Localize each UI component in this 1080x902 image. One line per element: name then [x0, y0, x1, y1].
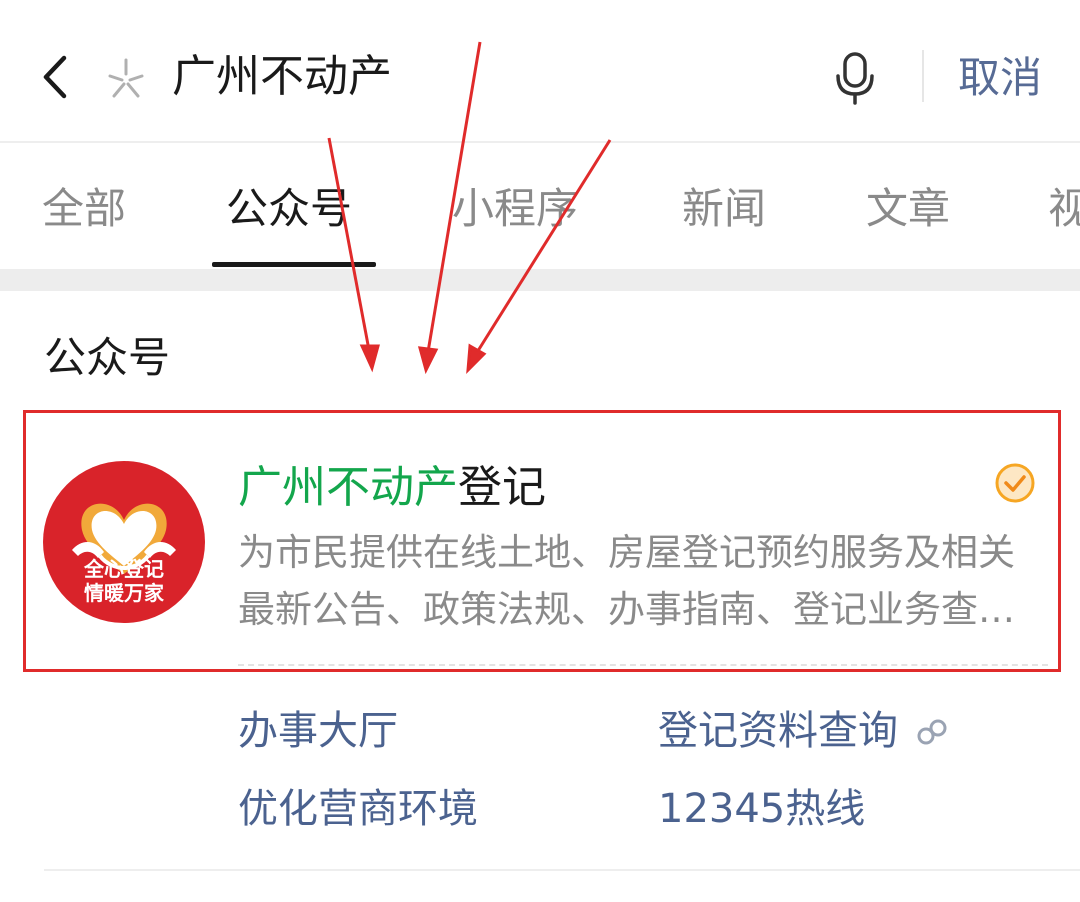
logo-text-line1: 全心登记 [83, 557, 164, 581]
account-name-highlight: 广州不动产 [238, 462, 458, 513]
mini-program-link-icon [917, 719, 947, 745]
tab-articles[interactable]: 文章 [866, 179, 950, 239]
search-divider [922, 50, 924, 102]
tab-official-accounts[interactable]: 公众号 [226, 179, 352, 239]
active-tab-indicator [212, 262, 376, 267]
search-bar: 广州不动产 取消 [0, 0, 1080, 143]
account-description: 为市民提供在线土地、房屋登记预约服务及相关最新公告、政策法规、办事指南、登记业务… [238, 531, 1015, 631]
card-dashed-divider [238, 664, 1048, 666]
account-name[interactable]: 广州不动产登记 [238, 456, 546, 520]
logo-text-line2: 情暖万家 [84, 581, 165, 605]
account-avatar[interactable]: 全心登记 情暖万家 [42, 460, 206, 624]
microphone-icon[interactable] [832, 50, 878, 106]
tab-news[interactable]: 新闻 [682, 179, 766, 239]
tab-videos[interactable]: 视 [1048, 179, 1080, 239]
cancel-button[interactable]: 取消 [958, 48, 1042, 108]
tab-all[interactable]: 全部 [42, 179, 126, 239]
section-title: 公众号 [44, 333, 171, 382]
wechat-search-page: 广州不动产 取消 全部 公众号 小程序 新闻 文章 视 公众号 全心登记 情暖万… [0, 0, 1080, 902]
verified-check-icon [995, 463, 1035, 503]
back-arrow-icon[interactable] [34, 52, 78, 102]
search-input[interactable]: 广州不动产 [172, 46, 392, 108]
search-category-tabs: 全部 公众号 小程序 新闻 文章 视 [0, 143, 1080, 269]
account-name-rest: 登记 [458, 462, 546, 513]
menu-link-record-query[interactable]: 登记资料查询 [658, 702, 898, 760]
menu-link-business-environment[interactable]: 优化营商环境 [238, 780, 478, 838]
search-discovery-icon [108, 58, 144, 98]
menu-link-hotline[interactable]: 12345热线 [658, 780, 865, 838]
menu-link-service-hall[interactable]: 办事大厅 [238, 702, 398, 760]
section-separator [0, 269, 1080, 291]
list-divider [44, 869, 1080, 871]
tab-mini-programs[interactable]: 小程序 [452, 179, 578, 239]
